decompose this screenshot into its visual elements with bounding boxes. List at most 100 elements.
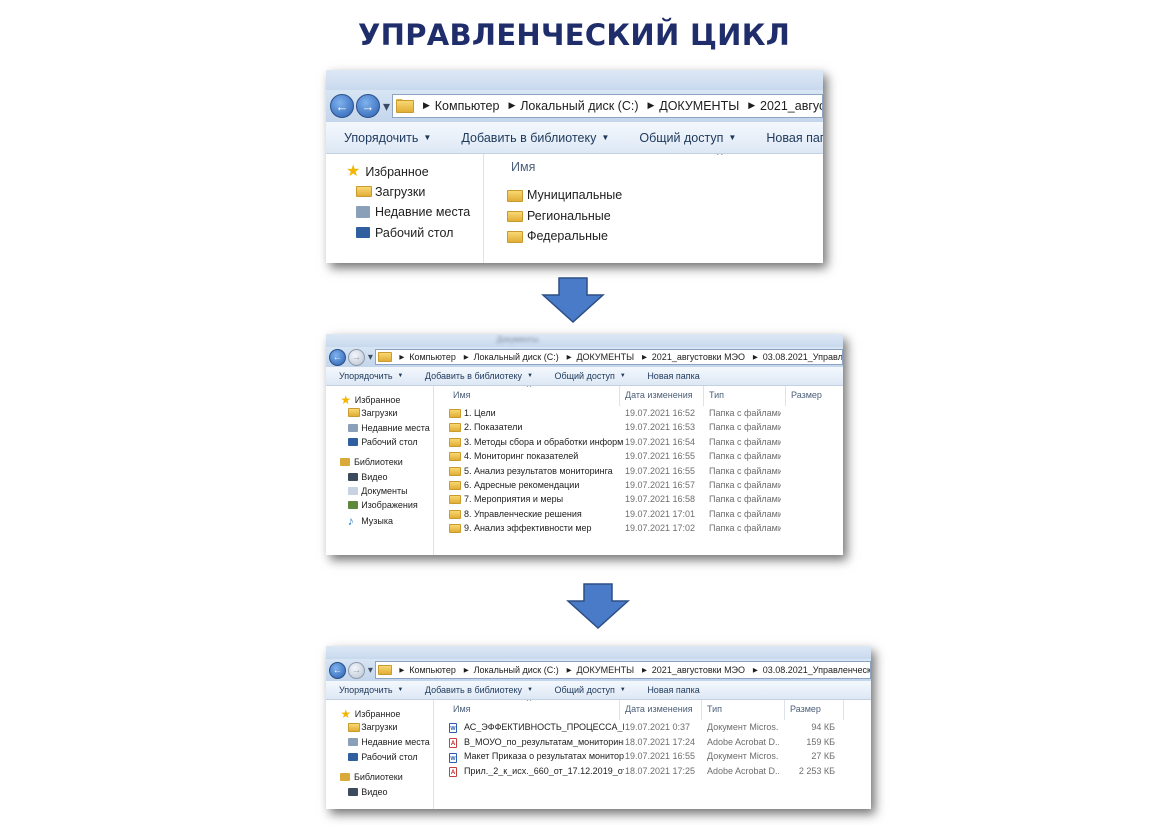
address-folder-icon — [378, 351, 393, 363]
toolbar-button[interactable]: Добавить в библиотеку ▼ — [425, 371, 533, 381]
nav-item[interactable]: Загрузки — [347, 408, 397, 418]
recent-pages-dropdown-icon[interactable]: ▾ — [383, 98, 390, 115]
toolbar-button[interactable]: Добавить в библиотеку ▼ — [425, 685, 533, 695]
toolbar-button[interactable]: Новая папка — [647, 371, 699, 381]
back-button[interactable]: ← — [330, 94, 354, 118]
toolbar-button[interactable]: Добавить в библиотеку ▼ — [461, 131, 609, 145]
file-row[interactable]: A Прил._2_к_исх._660_от_17.12.2019_отчет 1… — [435, 766, 871, 781]
recent-pages-dropdown-icon[interactable]: ▾ — [368, 665, 373, 676]
recent-places-icon — [356, 206, 370, 218]
command-toolbar: Упорядочить ▼ Добавить в библиотеку ▼ Общий … — [326, 122, 823, 154]
toolbar-button[interactable]: Упорядочить ▼ — [339, 371, 403, 381]
file-row[interactable]: 2. Показатели 19.07.2021 16:53 Папка с фай… — [435, 422, 843, 436]
toolbar-button[interactable]: Упорядочить ▼ — [344, 131, 431, 145]
file-row[interactable]: W АС_ЭФФЕКТИВНОСТЬ_ПРОЦЕССА_ВО...19.07.20… — [435, 722, 871, 737]
column-header-date[interactable]: Дата изменения — [625, 704, 693, 714]
folder-icon — [449, 509, 461, 519]
toolbar-button[interactable]: Общий доступ ▼ — [554, 371, 625, 381]
toolbar-button-label: Общий доступ — [554, 371, 615, 381]
toolbar-button[interactable]: Новая папка — [647, 685, 699, 695]
nav-item[interactable]: Загрузки — [347, 722, 397, 732]
file-row[interactable]: 3. Методы сбора и обработки информ... 19.… — [435, 437, 843, 451]
column-header-date[interactable]: Дата изменения — [625, 390, 693, 400]
file-row[interactable]: 8. Управленческие решения 19.07.2021 17:0… — [435, 509, 843, 523]
column-header-size[interactable]: Размер — [791, 390, 822, 400]
breadcrumb-item[interactable]: ▶ ДОКУМЕНТЫ — [643, 99, 744, 113]
address-bar[interactable]: ▶ Компьютер ▶ Локальный диск (C:) ▶ ДОКУМЕНТЫ… — [374, 349, 843, 365]
breadcrumb-item[interactable]: ▶ 2021_августовс — [743, 99, 822, 113]
nav-item[interactable]: Видео — [347, 472, 387, 482]
file-row[interactable]: 4. Мониторинг показателей 19.07.2021 16:5… — [435, 451, 843, 465]
toolbar-button[interactable]: Общий доступ ▼ — [639, 131, 736, 145]
nav-item[interactable]: Недавние места — [356, 205, 470, 219]
column-header-size[interactable]: Размер — [790, 704, 821, 714]
recent-pages-dropdown-icon[interactable]: ▾ — [368, 352, 373, 363]
window-titlebar — [326, 646, 871, 659]
file-type: Документ Micros... — [707, 751, 779, 762]
breadcrumb-item[interactable]: ▶ ДОКУМЕНТЫ — [562, 665, 637, 675]
nav-item[interactable]: Документы — [347, 486, 408, 496]
forward-button[interactable]: → — [356, 94, 380, 118]
dropdown-caret-icon: ▼ — [601, 133, 610, 142]
toolbar-button[interactable]: Упорядочить ▼ — [339, 685, 403, 695]
breadcrumb-item[interactable]: ▶ 03.08.2021_Управленческие механизмы — [748, 665, 870, 675]
nav-item[interactable]: Рабочий стол — [347, 752, 418, 762]
forward-button[interactable]: → — [347, 661, 365, 679]
file-row[interactable]: 9. Анализ эффективности мер 19.07.2021 17… — [435, 523, 843, 537]
column-separator — [784, 700, 785, 720]
breadcrumb-item[interactable]: ▶ Локальный диск (C:) — [459, 352, 562, 362]
file-name: 8. Управленческие решения — [463, 508, 582, 519]
file-row[interactable]: 6. Адресные рекомендации 19.07.2021 16:57… — [435, 480, 843, 494]
nav-item[interactable]: Изображения — [347, 500, 418, 510]
file-row[interactable]: Федеральные — [485, 229, 823, 250]
breadcrumb-item[interactable]: ▶ Локальный диск (C:) — [503, 99, 642, 113]
back-button[interactable]: ← — [328, 661, 346, 679]
file-row[interactable]: 7. Мероприятия и меры 19.07.2021 16:58 Пап… — [435, 494, 843, 508]
pdf-icon: A — [449, 767, 457, 778]
nav-item[interactable]: Рабочий стол — [356, 226, 453, 240]
toolbar-button[interactable]: Общий доступ ▼ — [554, 685, 625, 695]
column-header-name[interactable]: Имя — [453, 390, 471, 400]
breadcrumb-item[interactable]: ▶ Компьютер — [394, 352, 458, 362]
forward-button[interactable]: → — [347, 348, 365, 366]
nav-item[interactable]: Библиотеки — [340, 457, 403, 467]
file-date: 18.07.2021 17:24 — [625, 736, 696, 747]
breadcrumb-item[interactable]: ▶ 2021_августовки МЭО — [637, 665, 748, 675]
column-header-type[interactable]: Тип — [707, 704, 722, 714]
breadcrumb-item[interactable]: ▶ 03.08.2021_Управленческие меха — [748, 352, 842, 362]
file-row[interactable]: 1. Цели 19.07.2021 16:52 Папка с файлами — [435, 408, 843, 422]
column-header-type[interactable]: Тип — [709, 390, 724, 400]
breadcrumb-item[interactable]: ▶ Локальный диск (C:) — [459, 665, 562, 675]
address-bar[interactable]: ▶ Компьютер ▶ Локальный диск (C:) ▶ ДОКУМЕНТЫ… — [374, 661, 871, 679]
nav-item[interactable]: Рабочий стол — [347, 437, 418, 447]
breadcrumb-item[interactable]: ▶ Компьютер — [394, 665, 458, 675]
toolbar-button[interactable]: Новая папка — [766, 131, 823, 145]
folder-icon — [449, 495, 461, 505]
nav-item[interactable]: ★ Избранное — [340, 708, 400, 720]
nav-item[interactable]: ♪ Музыка — [348, 515, 393, 527]
nav-item[interactable]: Видео — [347, 787, 387, 797]
file-row[interactable]: 5. Анализ результатов мониторинга 19.07.2… — [435, 466, 843, 480]
breadcrumb-item[interactable]: ▶ Компьютер — [418, 99, 503, 113]
nav-item[interactable]: Загрузки — [356, 185, 425, 199]
breadcrumb-separator-icon: ▶ — [423, 100, 430, 111]
address-bar[interactable]: ▶ Компьютер ▶ Локальный диск (C:) ▶ ДОКУМЕНТЫ… — [392, 93, 823, 119]
back-button[interactable]: ← — [328, 348, 346, 366]
file-row[interactable]: W Макет Приказа о результатах монитор... 1… — [435, 751, 871, 766]
column-header-name[interactable]: Имя — [453, 704, 471, 714]
nav-item[interactable]: Библиотеки — [340, 772, 403, 782]
folder-icon — [449, 452, 461, 462]
column-header-name[interactable]: Имя — [511, 160, 535, 174]
sort-ascending-icon: ^ — [527, 700, 532, 706]
breadcrumb-item[interactable]: ▶ 2021_августовки МЭО — [637, 352, 748, 362]
nav-item[interactable]: ★ Избранное — [346, 164, 429, 180]
nav-item[interactable]: Недавние места — [347, 423, 430, 433]
file-row[interactable]: Региональные — [485, 209, 823, 230]
file-row[interactable]: A В_МОУО_по_результатам_мониторинг... 18.0… — [435, 737, 871, 752]
breadcrumb-item[interactable]: ▶ ДОКУМЕНТЫ — [562, 352, 637, 362]
nav-item[interactable]: ★ Избранное — [340, 394, 400, 406]
file-row[interactable]: Муниципальные — [485, 188, 823, 209]
nav-item[interactable]: Недавние места — [347, 737, 430, 747]
column-separator — [703, 386, 704, 406]
breadcrumb-separator-icon: ▶ — [748, 100, 755, 111]
